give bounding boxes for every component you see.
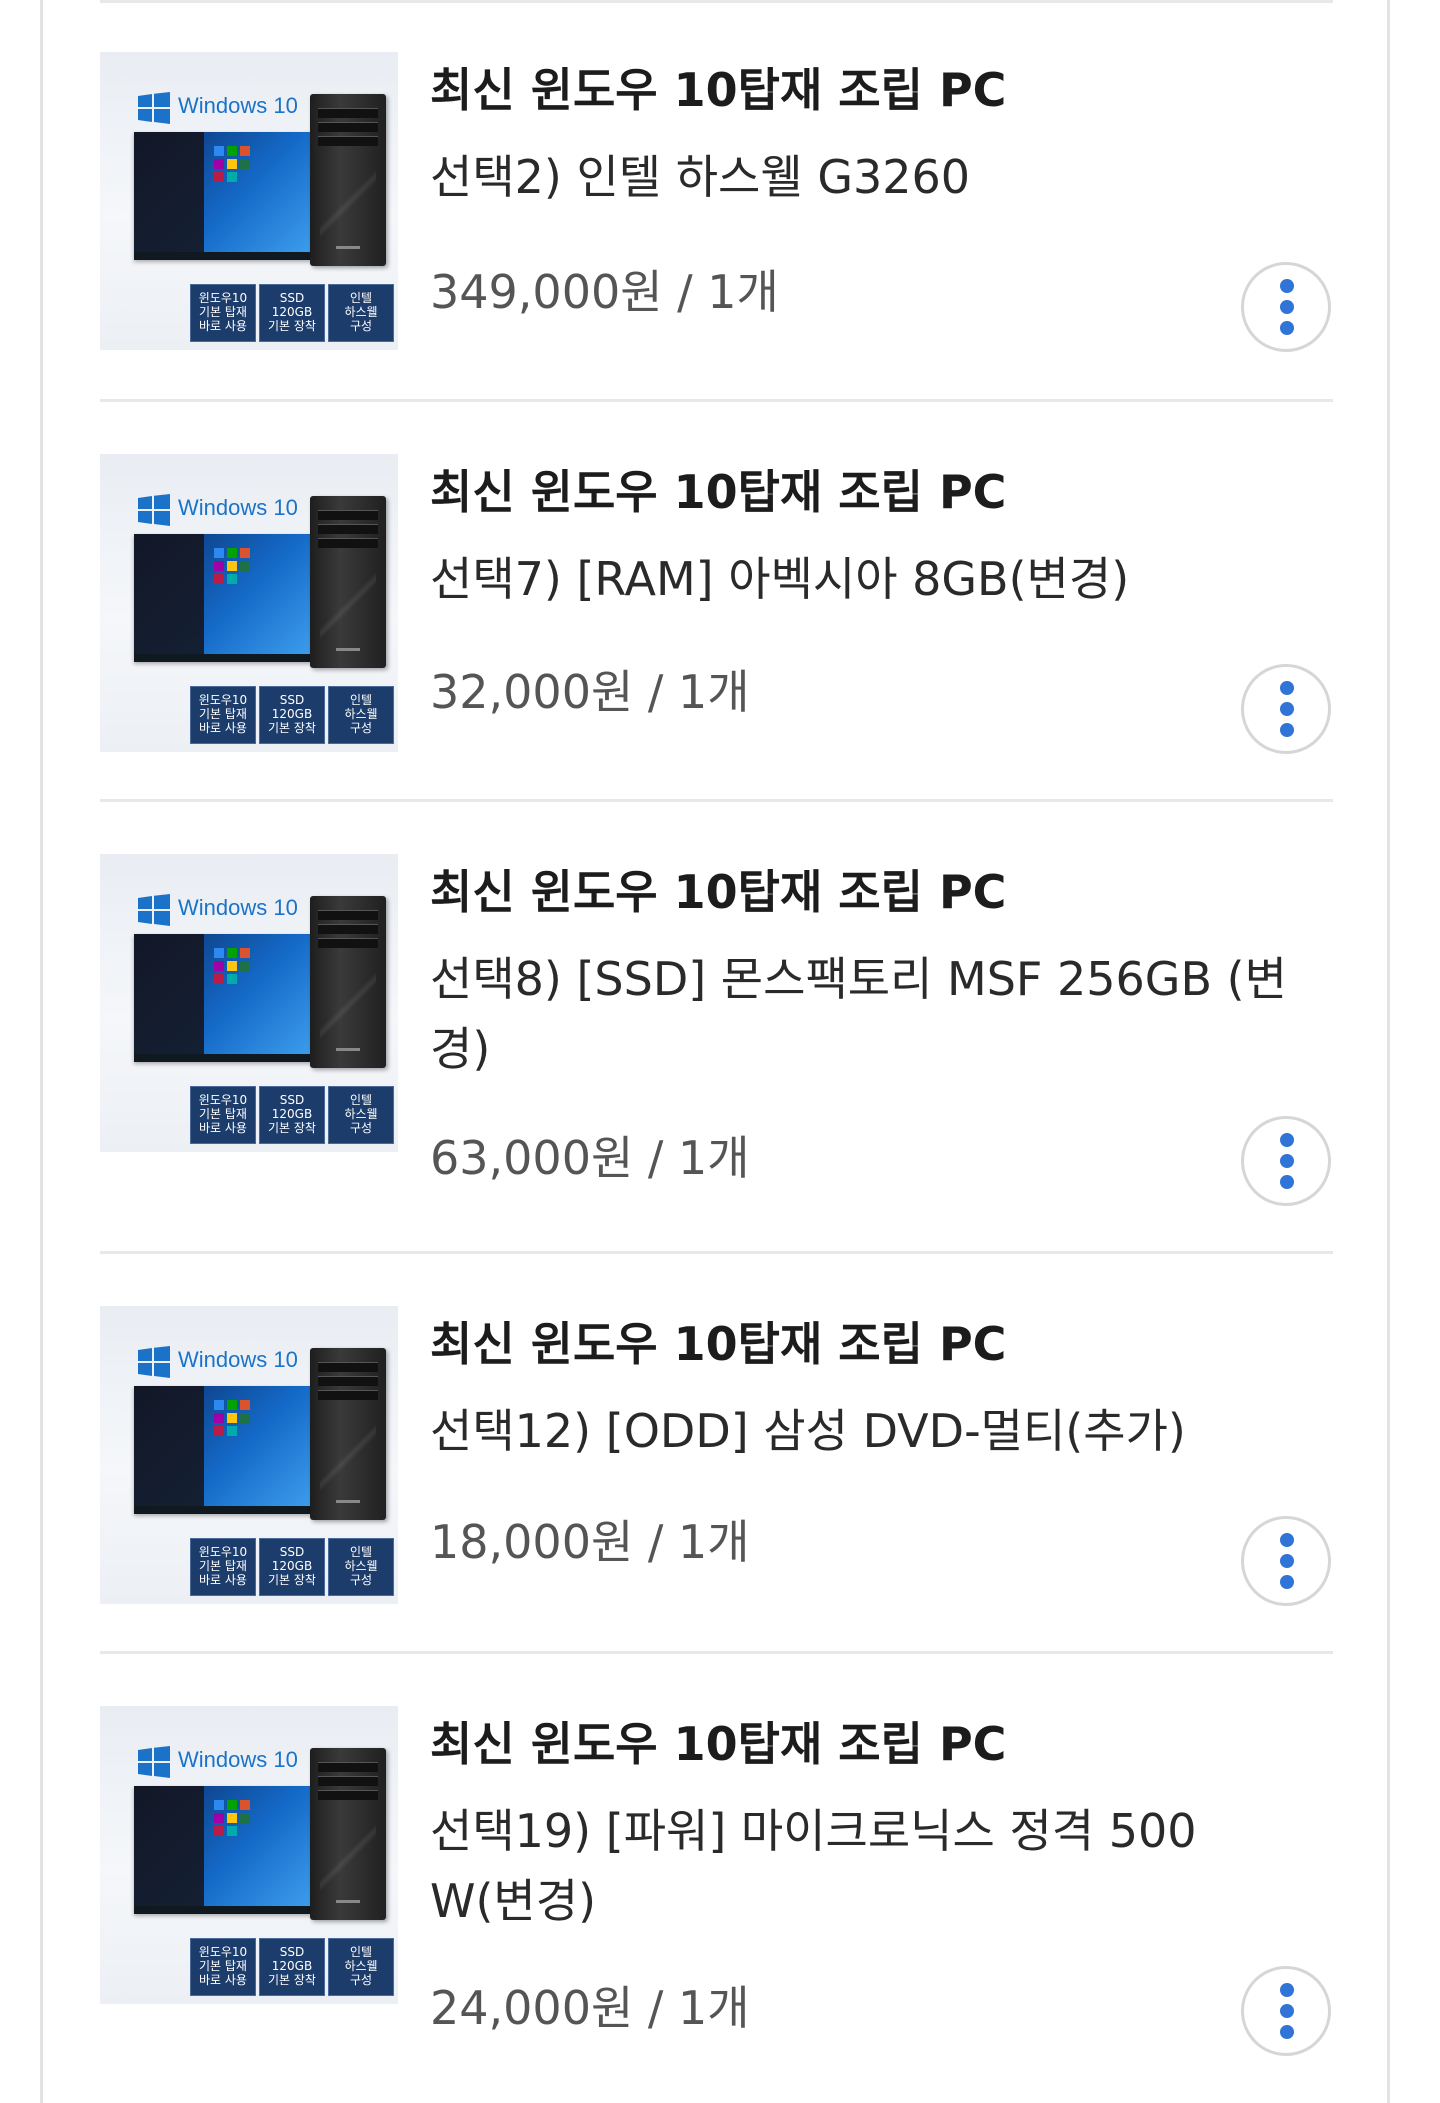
windows-logo-icon [138,494,170,526]
product-price: 24,000원 / 1개 [430,1981,750,2035]
product-price: 32,000원 / 1개 [430,665,750,719]
pc-tower [310,896,386,1068]
feature-badge: 인텔 하스웰 구성 [328,1538,394,1596]
monitor-screen [134,132,312,260]
windows-logo-icon [138,1346,170,1378]
pc-tower [310,496,386,668]
cart-item: Windows 10 윈도우10 기본 탑재 바로 사용 SSD 120GB 기… [100,1254,1333,1654]
product-thumbnail[interactable]: Windows 10 윈도우10 기본 탑재 바로 사용 SSD 120GB 기… [100,454,398,752]
feature-badge: 윈도우10 기본 탑재 바로 사용 [190,284,256,342]
feature-badge: 인텔 하스웰 구성 [328,1086,394,1144]
feature-badges: 윈도우10 기본 탑재 바로 사용 SSD 120GB 기본 장착 인텔 하스웰… [190,1538,394,1596]
cart-item: Windows 10 윈도우10 기본 탑재 바로 사용 SSD 120GB 기… [100,802,1333,1254]
cart-item: Windows 10 윈도우10 기본 탑재 바로 사용 SSD 120GB 기… [100,0,1333,402]
more-options-button[interactable] [1241,1516,1331,1606]
pc-tower [310,1748,386,1920]
feature-badge: 인텔 하스웰 구성 [328,284,394,342]
windows-logo-icon [138,92,170,124]
more-options-button[interactable] [1241,1966,1331,2056]
pc-tower [310,1348,386,1520]
product-price: 63,000원 / 1개 [430,1131,750,1185]
feature-badge: SSD 120GB 기본 장착 [259,686,325,744]
feature-badges: 윈도우10 기본 탑재 바로 사용 SSD 120GB 기본 장착 인텔 하스웰… [190,1938,394,1996]
feature-badge: SSD 120GB 기본 장착 [259,1938,325,1996]
product-title[interactable]: 최신 윈도우 10탑재 조립 PC [430,862,1006,922]
more-options-button[interactable] [1241,664,1331,754]
cart-item: Windows 10 윈도우10 기본 탑재 바로 사용 SSD 120GB 기… [100,1654,1333,2103]
windows-logo-icon [138,1746,170,1778]
feature-badge: 윈도우10 기본 탑재 바로 사용 [190,686,256,744]
cart-item: Windows 10 윈도우10 기본 탑재 바로 사용 SSD 120GB 기… [100,402,1333,802]
monitor-screen [134,1786,312,1914]
product-option: 선택12) [ODD] 삼성 DVD-멀티(추가) [430,1404,1186,1458]
product-thumbnail[interactable]: Windows 10 윈도우10 기본 탑재 바로 사용 SSD 120GB 기… [100,52,398,350]
feature-badges: 윈도우10 기본 탑재 바로 사용 SSD 120GB 기본 장착 인텔 하스웰… [190,284,394,342]
feature-badge: 인텔 하스웰 구성 [328,1938,394,1996]
feature-badge: 인텔 하스웰 구성 [328,686,394,744]
feature-badge: 윈도우10 기본 탑재 바로 사용 [190,1086,256,1144]
pc-tower [310,94,386,266]
monitor-screen [134,534,312,662]
product-option: 선택7) [RAM] 아벡시아 8GB(변경) [430,552,1130,606]
product-price: 349,000원 / 1개 [430,265,779,319]
product-option: 선택2) 인텔 하스웰 G3260 [430,150,971,204]
product-option: 선택8) [SSD] 몬스팩토리 MSF 256GB (변경) [430,952,1287,1076]
product-price: 18,000원 / 1개 [430,1515,750,1569]
os-label: Windows 10 [178,1347,298,1372]
product-option: 선택19) [파워] 마이크로닉스 정격 500 W(변경) [430,1804,1197,1928]
monitor-screen [134,1386,312,1514]
product-title[interactable]: 최신 윈도우 10탑재 조립 PC [430,1714,1006,1774]
os-label: Windows 10 [178,93,298,118]
windows-logo-icon [138,894,170,926]
more-options-button[interactable] [1241,1116,1331,1206]
more-options-button[interactable] [1241,262,1331,352]
feature-badges: 윈도우10 기본 탑재 바로 사용 SSD 120GB 기본 장착 인텔 하스웰… [190,686,394,744]
feature-badges: 윈도우10 기본 탑재 바로 사용 SSD 120GB 기본 장착 인텔 하스웰… [190,1086,394,1144]
product-thumbnail[interactable]: Windows 10 윈도우10 기본 탑재 바로 사용 SSD 120GB 기… [100,1706,398,2004]
product-title[interactable]: 최신 윈도우 10탑재 조립 PC [430,462,1006,522]
os-label: Windows 10 [178,895,298,920]
feature-badge: SSD 120GB 기본 장착 [259,1538,325,1596]
product-title[interactable]: 최신 윈도우 10탑재 조립 PC [430,60,1006,120]
os-label: Windows 10 [178,1747,298,1772]
product-title[interactable]: 최신 윈도우 10탑재 조립 PC [430,1314,1006,1374]
product-thumbnail[interactable]: Windows 10 윈도우10 기본 탑재 바로 사용 SSD 120GB 기… [100,854,398,1152]
os-label: Windows 10 [178,495,298,520]
monitor-screen [134,934,312,1062]
feature-badge: SSD 120GB 기본 장착 [259,284,325,342]
product-thumbnail[interactable]: Windows 10 윈도우10 기본 탑재 바로 사용 SSD 120GB 기… [100,1306,398,1604]
feature-badge: 윈도우10 기본 탑재 바로 사용 [190,1538,256,1596]
feature-badge: 윈도우10 기본 탑재 바로 사용 [190,1938,256,1996]
feature-badge: SSD 120GB 기본 장착 [259,1086,325,1144]
